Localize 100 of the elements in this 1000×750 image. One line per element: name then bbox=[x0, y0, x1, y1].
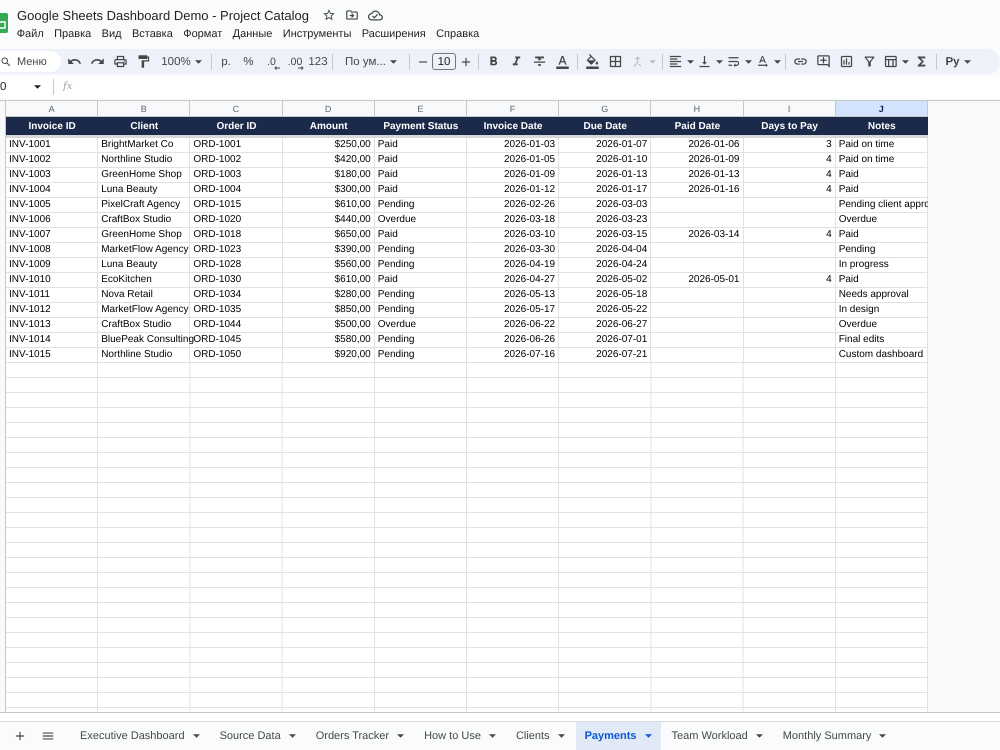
caret-icon[interactable] bbox=[774, 60, 780, 64]
zoom-dropdown[interactable]: 100% bbox=[155, 50, 208, 72]
column-header[interactable]: C bbox=[190, 100, 283, 117]
number-format-button[interactable]: 123 bbox=[307, 50, 329, 72]
arrow-left-icon[interactable] bbox=[274, 66, 280, 70]
column-header[interactable]: I bbox=[744, 100, 836, 117]
menu-item[interactable]: Данные bbox=[227, 28, 278, 40]
sheet-tab[interactable]: Monthly Summary bbox=[774, 722, 896, 750]
menu-item[interactable]: Вставка bbox=[126, 28, 178, 40]
cloud-check-icon[interactable] bbox=[368, 8, 383, 22]
table-cell: ORD-1020 bbox=[190, 213, 283, 228]
column-header[interactable]: G bbox=[559, 100, 652, 117]
add-comment-icon[interactable] bbox=[816, 54, 831, 69]
caret-icon[interactable] bbox=[744, 60, 752, 64]
plus-icon[interactable] bbox=[13, 729, 27, 743]
column-header[interactable]: F bbox=[466, 100, 560, 117]
caret-icon[interactable] bbox=[879, 734, 886, 738]
caret-icon[interactable] bbox=[194, 60, 202, 64]
menu-item[interactable]: Справка bbox=[430, 28, 484, 40]
sheet-tab[interactable]: Executive Dashboard bbox=[71, 722, 209, 750]
table-cell: $920,00 bbox=[282, 348, 375, 363]
increase-decimal-button[interactable]: .00 bbox=[283, 50, 307, 72]
table-cell: Luna Beauty bbox=[98, 183, 190, 198]
column-header[interactable]: J bbox=[836, 100, 928, 117]
table-cell: 2026-04-04 bbox=[559, 243, 652, 258]
table-cell: Paid bbox=[374, 153, 467, 168]
font-dropdown[interactable]: По ум... bbox=[336, 50, 406, 72]
column-header[interactable]: B bbox=[98, 100, 190, 117]
caret-icon[interactable] bbox=[686, 60, 694, 64]
search-field[interactable]: Меню bbox=[0, 51, 61, 72]
header-cell: Order ID bbox=[190, 117, 283, 135]
table-cell: 4 bbox=[744, 183, 836, 198]
menu-item[interactable]: Правка bbox=[48, 28, 96, 40]
menu-item[interactable]: Расширения bbox=[356, 28, 431, 40]
caret-icon[interactable] bbox=[488, 734, 496, 738]
header-cell: Amount bbox=[282, 117, 375, 135]
table-cell: 2026-03-30 bbox=[466, 243, 560, 258]
table-cell: INV-1001 bbox=[6, 138, 98, 153]
table-cell: Overdue bbox=[374, 318, 467, 333]
name-box-field[interactable]: 0 bbox=[0, 78, 44, 96]
sheet-tab[interactable]: Team Workload bbox=[662, 722, 772, 750]
sheets-logo-icon[interactable] bbox=[0, 13, 8, 33]
star-icon[interactable] bbox=[322, 8, 336, 22]
search-icon[interactable] bbox=[0, 56, 12, 68]
sheet-tab[interactable]: Source Data bbox=[210, 722, 305, 750]
caret-icon[interactable] bbox=[558, 734, 565, 738]
sheet-tab[interactable]: Payments bbox=[576, 722, 661, 750]
caret-icon[interactable] bbox=[756, 734, 763, 738]
menu-item[interactable]: Вид bbox=[96, 28, 127, 40]
caret-icon[interactable] bbox=[192, 734, 200, 738]
caret-icon[interactable] bbox=[288, 734, 296, 738]
table-cell: Nova Retail bbox=[98, 288, 190, 303]
column-header[interactable]: E bbox=[374, 100, 467, 117]
caret-icon[interactable] bbox=[902, 60, 908, 64]
sheet-tab[interactable]: Clients bbox=[506, 722, 574, 750]
table-cell: In progress bbox=[836, 258, 928, 273]
table-cell: CraftBox Studio bbox=[98, 318, 190, 333]
sheet-tab[interactable]: Orders Tracker bbox=[306, 722, 414, 750]
column-header[interactable]: A bbox=[6, 100, 98, 117]
text-color-icon[interactable] bbox=[555, 54, 570, 69]
table-cell: 2026-05-13 bbox=[466, 288, 560, 303]
table-cell: PixelCraft Agency bbox=[98, 198, 190, 213]
table-cell: INV-1015 bbox=[6, 348, 98, 363]
caret-icon[interactable] bbox=[397, 734, 404, 738]
strikethrough-icon[interactable] bbox=[532, 54, 547, 69]
caret-icon[interactable] bbox=[716, 60, 722, 64]
decrease-decimal-button[interactable]: .0 bbox=[260, 50, 283, 72]
caret-icon[interactable] bbox=[964, 60, 971, 64]
currency-format-button[interactable]: р. bbox=[215, 50, 237, 72]
folder-arrow-icon[interactable] bbox=[344, 8, 359, 22]
table-cell: 2026-03-14 bbox=[651, 228, 744, 243]
caret-icon[interactable] bbox=[34, 85, 41, 89]
menu-item[interactable]: Инструменты bbox=[278, 28, 357, 40]
table-cell: 2026-01-13 bbox=[559, 168, 652, 183]
chart-icon[interactable] bbox=[839, 54, 854, 69]
sheet-tab[interactable]: How to Use bbox=[415, 722, 505, 750]
print-icon[interactable] bbox=[113, 54, 128, 69]
column-header[interactable]: H bbox=[651, 100, 744, 117]
percent-format-button[interactable]: % bbox=[237, 50, 260, 72]
table-icon[interactable] bbox=[882, 54, 898, 69]
menu-item[interactable]: Формат bbox=[178, 28, 228, 40]
table-cell: 2026-01-09 bbox=[466, 168, 560, 183]
input-tools-button[interactable]: Ру bbox=[940, 50, 976, 72]
text-wrap-icon[interactable] bbox=[726, 54, 740, 69]
table-cell: ORD-1003 bbox=[190, 168, 283, 183]
align-bottom-icon[interactable] bbox=[696, 54, 712, 69]
filter-icon[interactable] bbox=[862, 54, 877, 69]
table-cell: 2026-01-05 bbox=[466, 153, 560, 168]
arrow-right-icon[interactable] bbox=[298, 66, 304, 70]
fill-bucket-icon[interactable] bbox=[585, 54, 600, 69]
table-cell: 2026-05-18 bbox=[559, 288, 652, 303]
caret-icon[interactable] bbox=[390, 60, 397, 64]
borders-grid-icon[interactable] bbox=[608, 54, 623, 69]
scrollbar-track[interactable] bbox=[0, 712, 1000, 722]
menu-item[interactable]: Файл bbox=[12, 28, 49, 40]
table-cell: ORD-1004 bbox=[190, 183, 283, 198]
paint-roller-icon[interactable] bbox=[136, 54, 151, 69]
column-header[interactable]: D bbox=[282, 100, 375, 117]
font-size-field[interactable]: 10 bbox=[432, 53, 456, 70]
align-left-icon[interactable] bbox=[668, 54, 682, 69]
